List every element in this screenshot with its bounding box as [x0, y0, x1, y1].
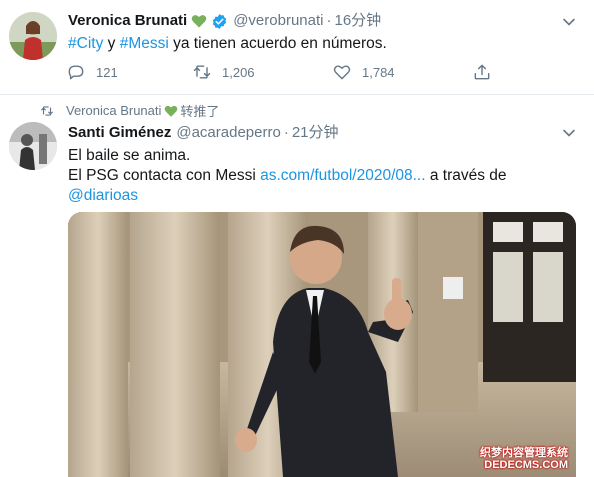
text-fragment: ya tienen acuerdo en números. [168, 35, 387, 52]
retweeted-label: 转推了 [180, 104, 220, 119]
article-link[interactable]: as.com/futbol/2020/08... [260, 167, 425, 184]
green-heart-icon [191, 15, 207, 28]
text-fragment: y [103, 35, 120, 52]
hashtag-messi[interactable]: #Messi [120, 35, 169, 52]
retweeter-name[interactable]: Veronica Brunati [66, 103, 161, 118]
hashtag-city[interactable]: #City [68, 35, 103, 52]
retweet-count: 1,206 [222, 64, 255, 80]
tweet-photo[interactable]: 织梦内容管理系统 DEDECMS.COM [68, 212, 576, 477]
user-handle[interactable]: @verobrunati [233, 11, 323, 31]
watermark: 织梦内容管理系统 DEDECMS.COM [480, 447, 568, 471]
green-heart-icon [165, 105, 178, 117]
retweet-icon [193, 65, 211, 79]
text-fragment: El PSG contacta con Messi [68, 167, 261, 184]
heart-outline-icon [333, 65, 351, 80]
tweet-veronica[interactable]: Veronica Brunati @verobrunati · 16分钟 #Ci… [0, 0, 594, 95]
tweet-text: El baile se anima. El PSG contacta con M… [68, 146, 507, 206]
chevron-down-icon[interactable] [562, 15, 576, 29]
verified-badge-icon [213, 13, 227, 29]
like-button[interactable]: 1,784 [332, 58, 395, 86]
like-count: 1,784 [362, 64, 395, 80]
tweet-line: El baile se anima. [68, 147, 191, 164]
reply-button[interactable]: 121 [66, 58, 118, 86]
watermark-line: 织梦内容管理系统 [480, 447, 568, 459]
tweet-text: #City y #Messi ya tienen acuerdo en núme… [68, 34, 387, 54]
share-icon [474, 64, 490, 80]
retweet-icon [41, 105, 53, 116]
separator-dot: · [326, 12, 332, 29]
reply-count: 121 [96, 64, 118, 80]
separator-dot: · [283, 124, 289, 141]
retweet-button[interactable]: 1,206 [192, 58, 255, 86]
tweet-line: @diarioas [68, 186, 507, 206]
share-button[interactable] [472, 58, 492, 86]
timestamp[interactable]: 21分钟 [292, 123, 339, 143]
timestamp[interactable]: 16分钟 [334, 11, 381, 31]
tweet-actions: 121 1,206 1,784 [62, 58, 502, 86]
mention-link[interactable]: @diarioas [68, 187, 138, 204]
user-handle[interactable]: @acaradeperro [176, 123, 280, 143]
text-fragment: a través de [425, 167, 507, 184]
tweet-header: Santi Giménez @acaradeperro · 21分钟 [68, 123, 339, 143]
avatar[interactable] [9, 12, 57, 60]
chevron-down-icon[interactable] [562, 126, 576, 140]
display-name[interactable]: Veronica Brunati [68, 11, 187, 31]
avatar[interactable] [9, 122, 57, 170]
reply-icon [68, 65, 84, 80]
tweet-line: El PSG contacta con Messi as.com/futbol/… [68, 166, 507, 186]
tweet-header: Veronica Brunati @verobrunati · 16分钟 [68, 11, 381, 31]
retweeted-by-banner[interactable]: Veronica Brunati 转推了 [40, 101, 219, 120]
display-name[interactable]: Santi Giménez [68, 123, 171, 143]
watermark-line: DEDECMS.COM [484, 459, 568, 471]
